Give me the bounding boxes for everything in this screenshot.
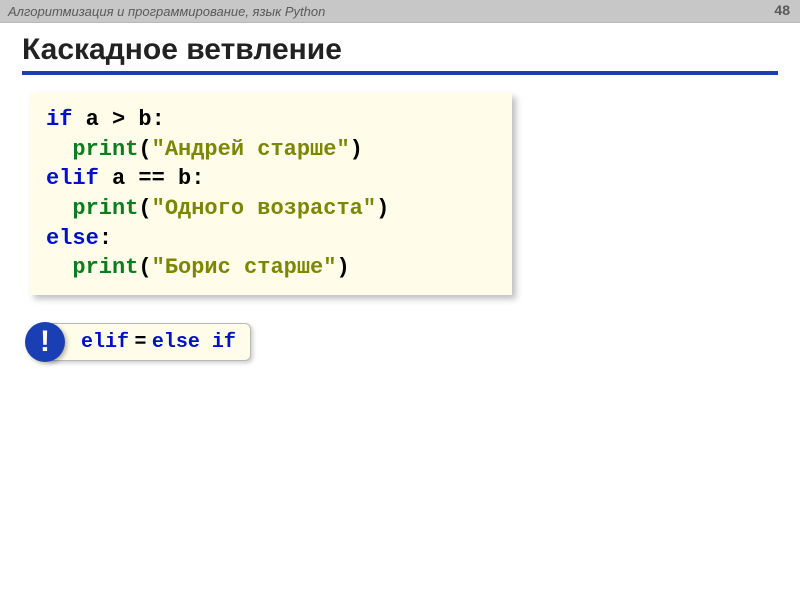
rpar2: ) <box>376 196 389 221</box>
fn-print2: print <box>72 196 138 221</box>
fn-print: print <box>72 137 138 162</box>
rpar: ) <box>350 137 363 162</box>
course-title: Алгоритмизация и программирование, язык … <box>8 4 792 19</box>
rpar3: ) <box>336 255 349 280</box>
note-if: if <box>212 331 236 354</box>
colon2: : <box>191 166 204 191</box>
note-else: else <box>152 331 200 354</box>
var-b: b <box>138 107 151 132</box>
var-a2: a <box>112 166 125 191</box>
note-row: ! elif = else if <box>46 323 800 361</box>
lpar: ( <box>138 137 151 162</box>
kw-elif: elif <box>46 166 99 191</box>
indent3 <box>46 255 72 280</box>
indent2 <box>46 196 72 221</box>
var-b2: b <box>178 166 191 191</box>
kw-else: else <box>46 226 99 251</box>
heading-wrap: Каскадное ветвление <box>0 23 800 75</box>
slide-title: Каскадное ветвление <box>22 33 778 75</box>
var-a: a <box>86 107 99 132</box>
op-eq: == <box>125 166 178 191</box>
note-eq: = <box>129 330 152 352</box>
page-number: 48 <box>774 2 790 18</box>
code-example: if a > b: print("Андрей старше") elif a … <box>30 93 512 295</box>
str-same-age: "Одного возраста" <box>152 196 376 221</box>
colon3: : <box>99 226 112 251</box>
lpar3: ( <box>138 255 151 280</box>
op-gt: > <box>99 107 139 132</box>
str-andrei: "Андрей старше" <box>152 137 350 162</box>
note-pill: ! elif = else if <box>46 323 251 361</box>
colon: : <box>152 107 165 132</box>
lpar2: ( <box>138 196 151 221</box>
note-elif: elif <box>81 331 129 354</box>
str-boris: "Борис старше" <box>152 255 337 280</box>
kw-if: if <box>46 107 72 132</box>
header-bar: Алгоритмизация и программирование, язык … <box>0 0 800 23</box>
indent <box>46 137 72 162</box>
fn-print3: print <box>72 255 138 280</box>
attention-icon: ! <box>25 322 65 362</box>
slide: Алгоритмизация и программирование, язык … <box>0 0 800 600</box>
